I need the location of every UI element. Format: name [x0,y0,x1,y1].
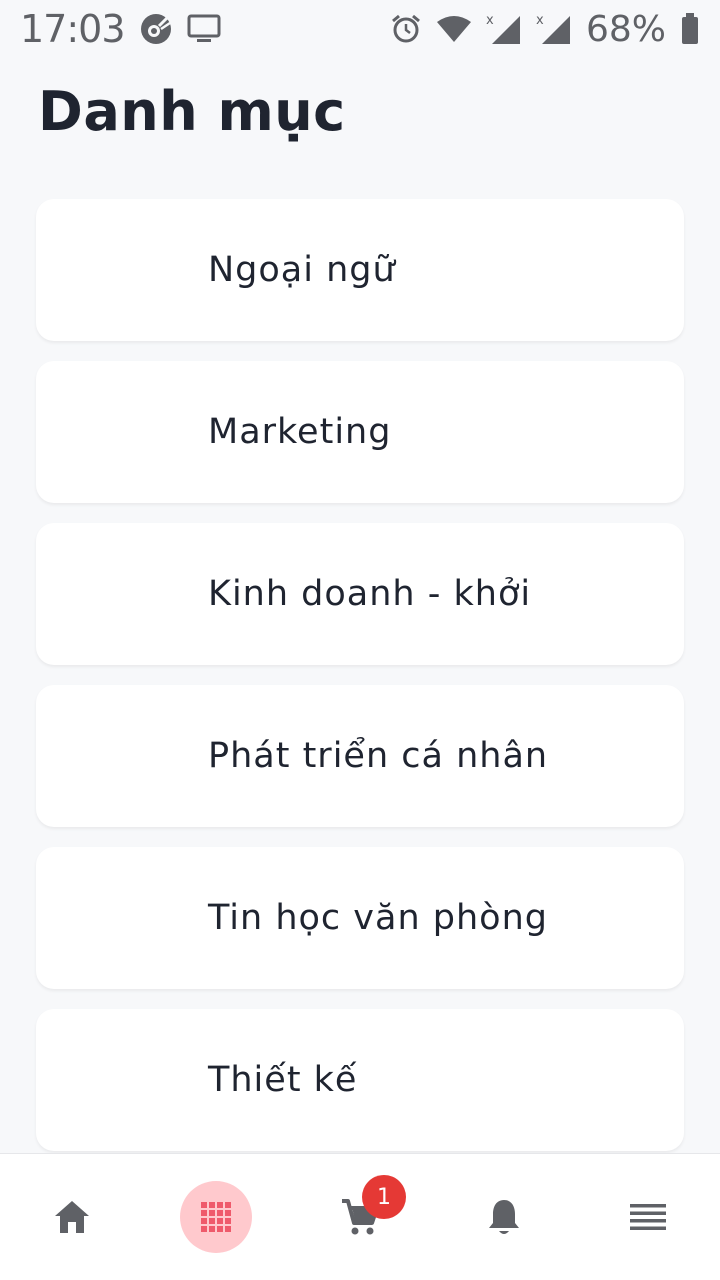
category-label: Phát triển cá nhân [208,736,549,776]
bell-icon [487,1197,521,1237]
status-right: x x 68% [390,9,700,50]
screen: 17:03 x x 68% Danh mục Ngoại ngữ Marketi… [0,0,720,1280]
status-time: 17:03 [20,7,126,51]
status-left: 17:03 [20,7,221,51]
home-icon [53,1199,91,1235]
category-card-phat-trien-ca-nhan[interactable]: Phát triển cá nhân [36,685,684,827]
category-card-marketing[interactable]: Marketing [36,361,684,503]
menu-icon [630,1203,666,1231]
signal-1-icon: x [486,12,522,46]
alarm-icon [390,13,422,45]
category-card-thiet-ke[interactable]: Thiết kế [36,1009,684,1151]
battery-percent: 68% [585,8,666,50]
category-label: Kinh doanh - khởi [208,574,532,614]
page-title: Danh mục [38,80,346,143]
category-card-ngoai-ngu[interactable]: Ngoại ngữ [36,199,684,341]
signal-2-icon: x [536,12,572,46]
battery-icon [680,12,700,46]
category-card-tin-hoc-van-phong[interactable]: Tin học văn phòng [36,847,684,989]
app-icon [139,12,173,46]
category-label: Ngoại ngữ [208,250,396,290]
status-bar: 17:03 x x 68% [0,0,720,58]
nav-categories[interactable] [180,1181,252,1253]
screen-cast-icon [187,14,221,44]
grid-icon [200,1201,232,1233]
category-card-kinh-doanh[interactable]: Kinh doanh - khởi [36,523,684,665]
category-label: Thiết kế [208,1060,358,1100]
svg-text:x: x [486,13,494,28]
bottom-nav: 1 [0,1153,720,1280]
svg-text:x: x [536,13,544,28]
wifi-icon [436,14,472,44]
category-label: Tin học văn phòng [208,898,548,938]
nav-notifications[interactable] [468,1181,540,1253]
category-label: Marketing [208,412,392,452]
cart-badge: 1 [362,1175,406,1219]
nav-home[interactable] [36,1181,108,1253]
category-list: Ngoại ngữ Marketing Kinh doanh - khởi Ph… [36,199,684,1171]
nav-cart[interactable]: 1 [324,1175,406,1253]
nav-menu[interactable] [612,1181,684,1253]
